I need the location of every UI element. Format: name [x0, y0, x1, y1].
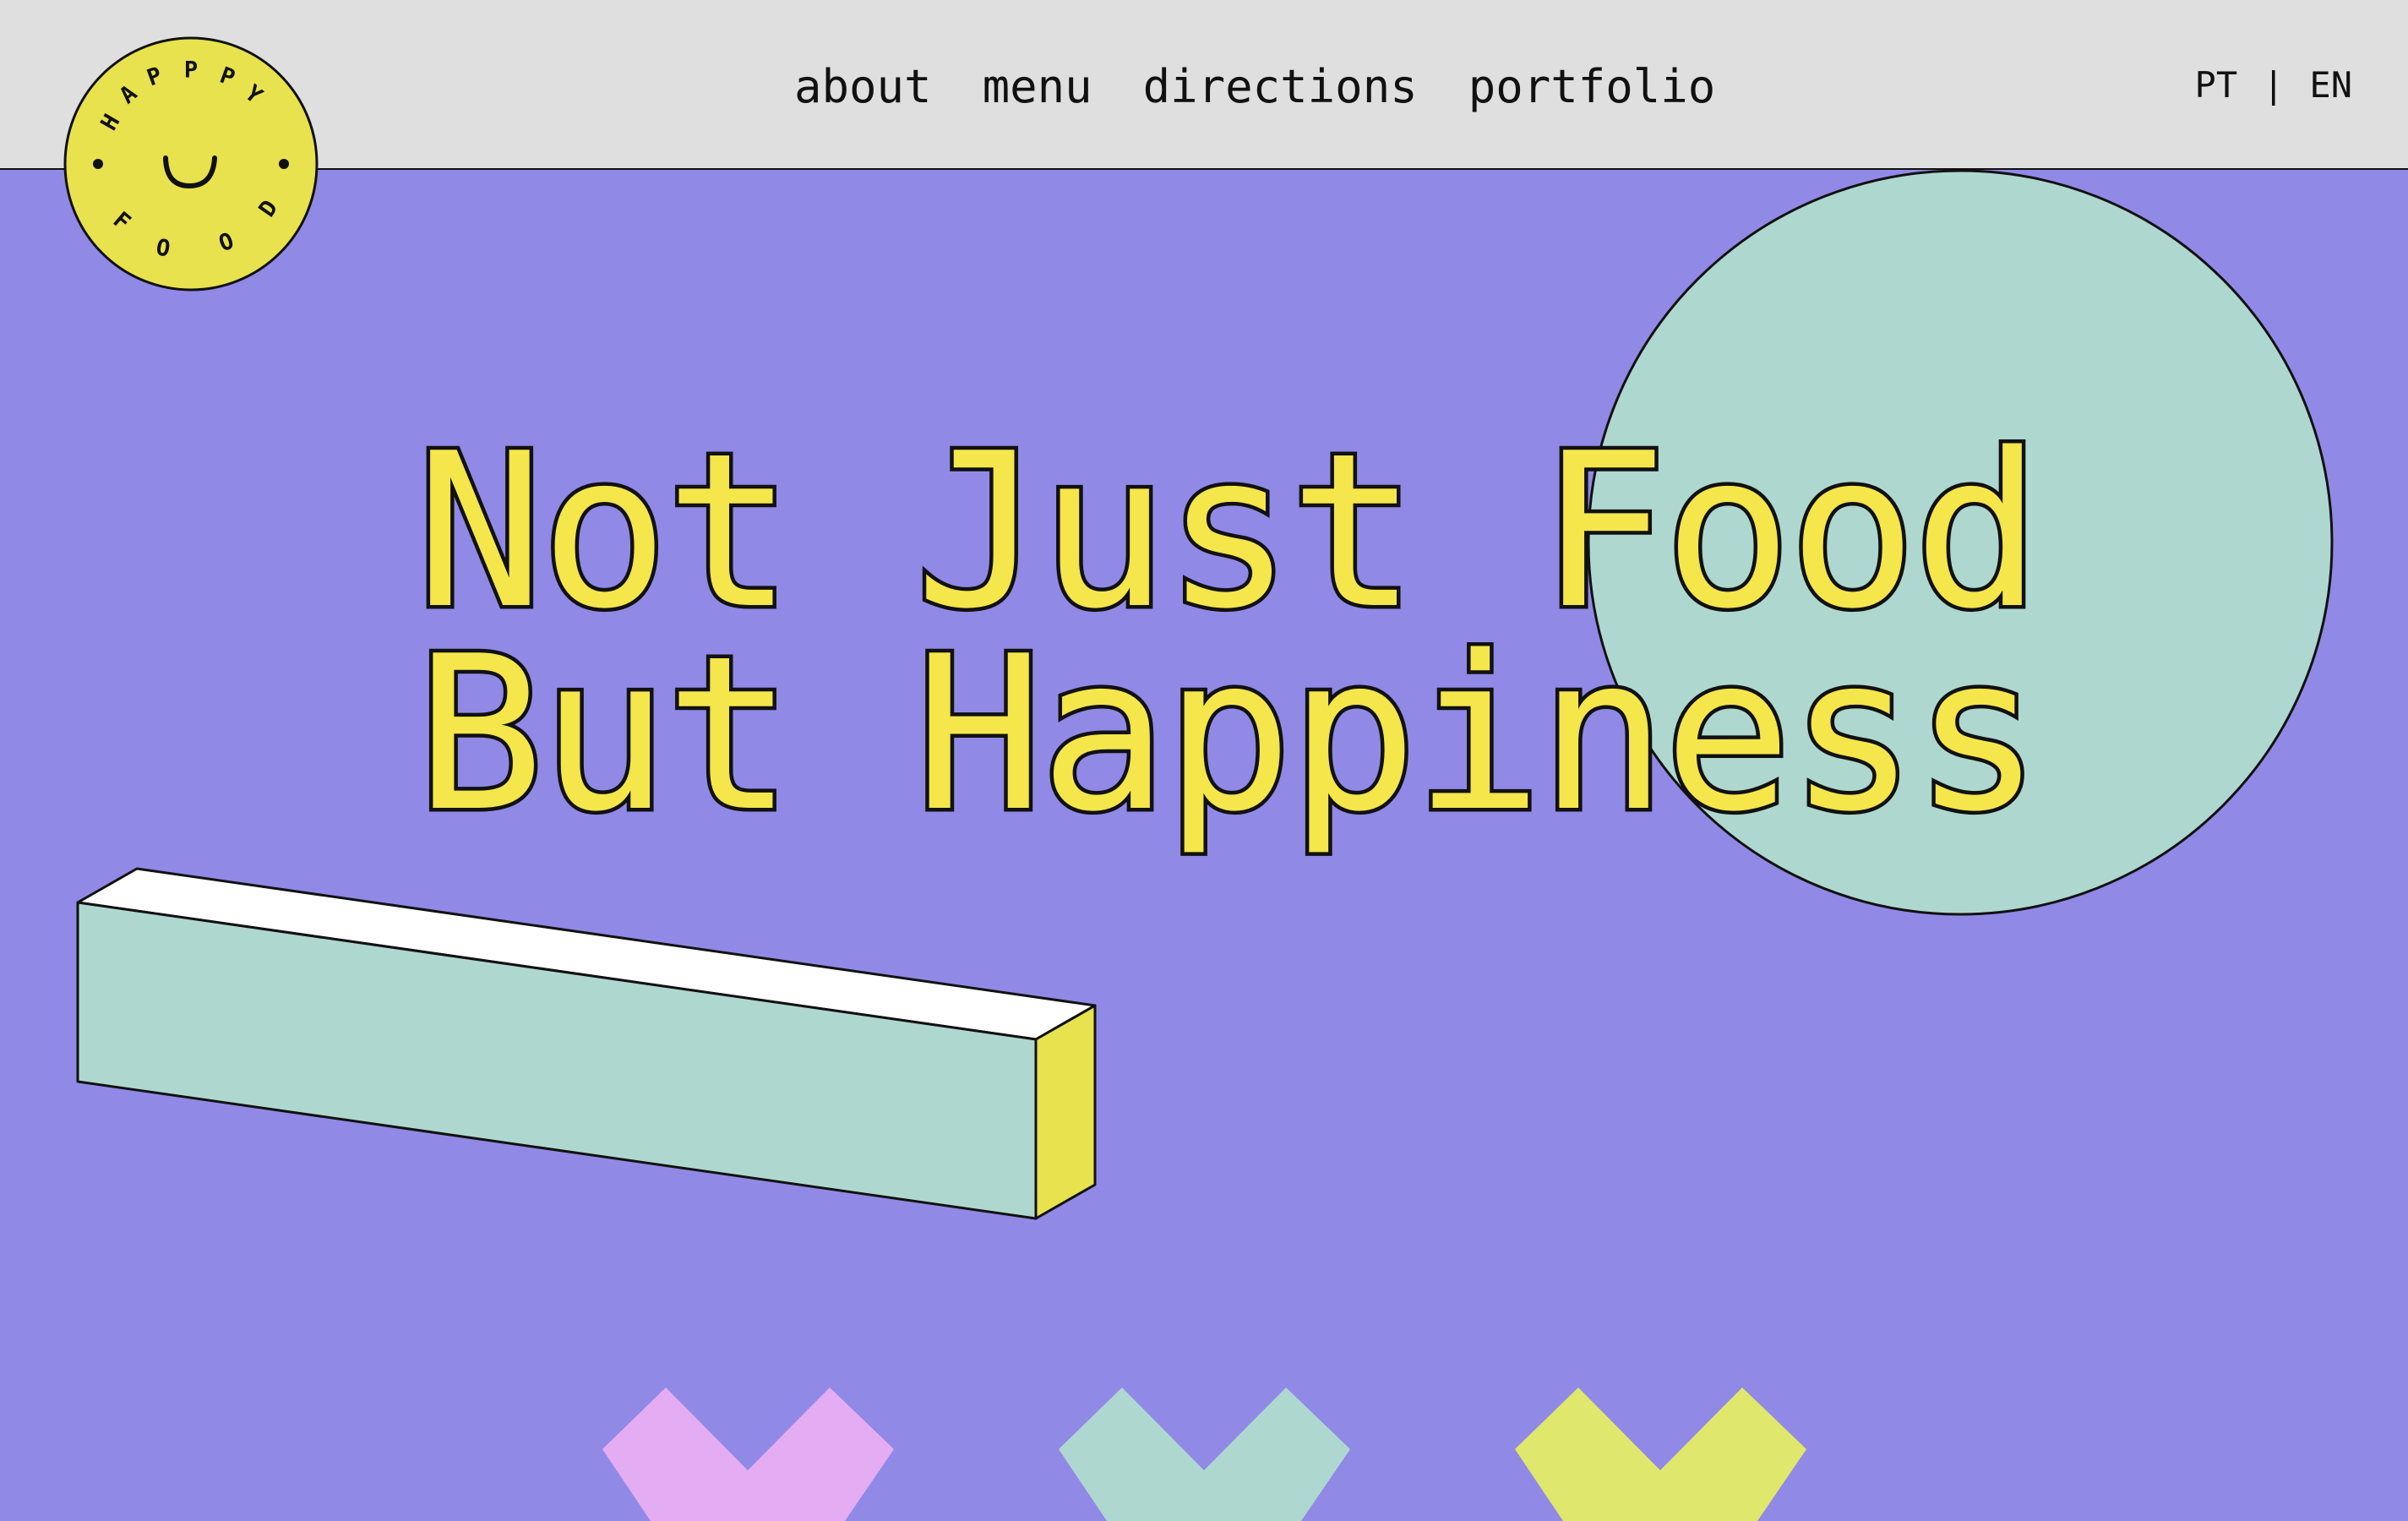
mint-chevron-icon — [1059, 1387, 1350, 1521]
lime-chevron-icon — [1515, 1387, 1806, 1521]
pink-chevron-icon — [602, 1387, 894, 1521]
chevron-decorations — [602, 1387, 1806, 1521]
